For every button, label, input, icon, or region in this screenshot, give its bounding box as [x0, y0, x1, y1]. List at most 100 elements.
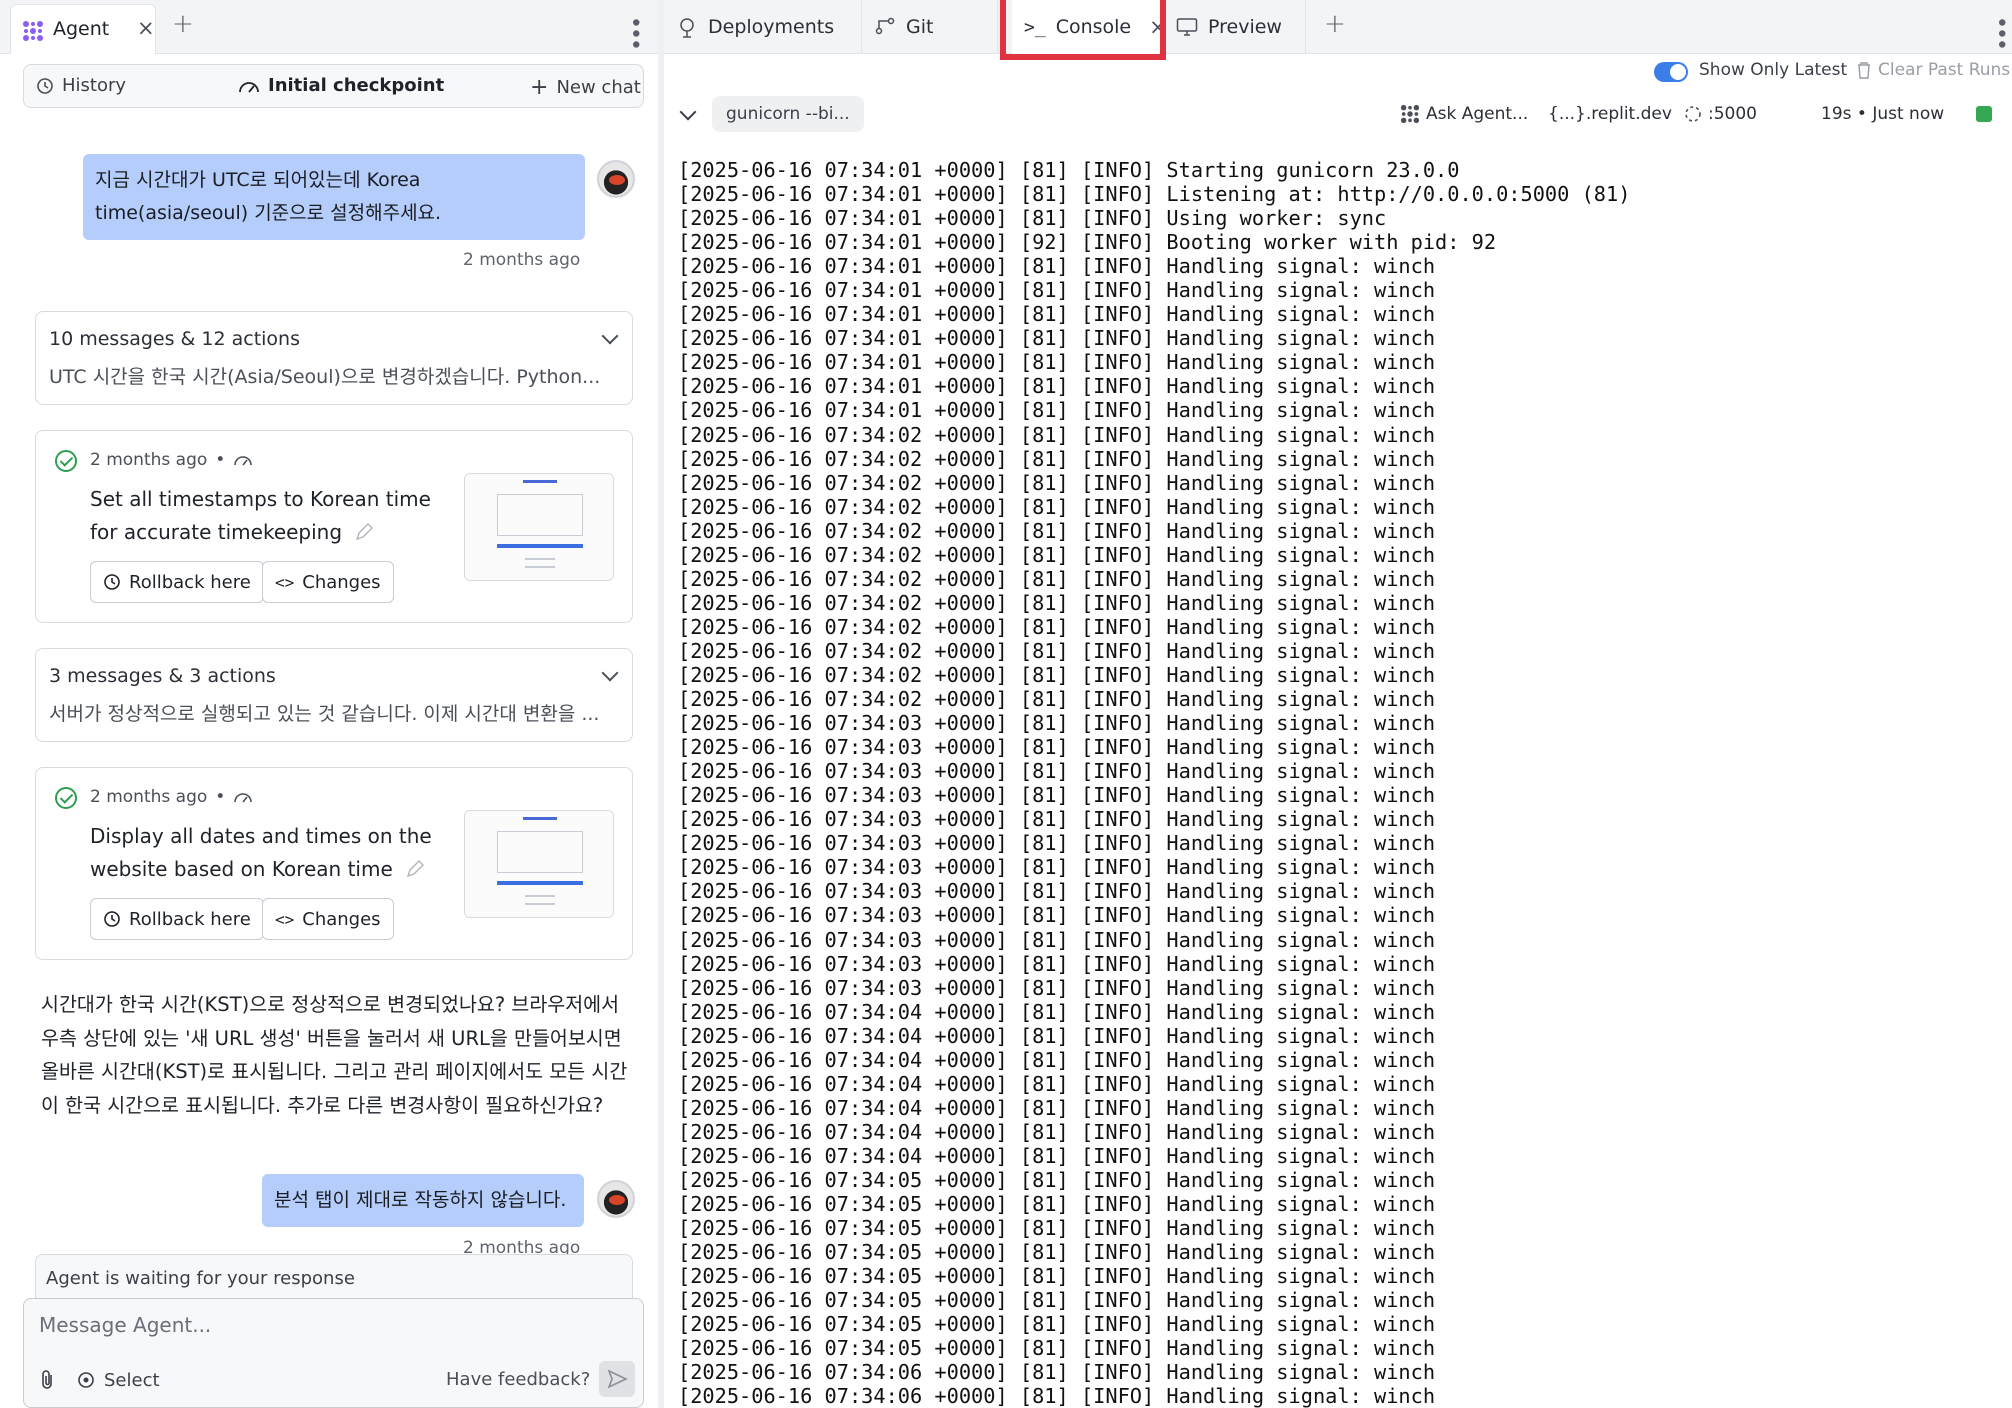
ask-agent-button[interactable]: Ask Agent...: [1400, 104, 1528, 124]
console-line: [2025-06-16 07:34:04 +0000] [81] [INFO] …: [678, 1071, 1436, 1096]
console-line: [2025-06-16 07:34:06 +0000] [81] [INFO] …: [678, 1360, 1436, 1385]
chat-thread[interactable]: 지금 시간대가 UTC로 되어있는데 Korea time(asia/seoul…: [0, 118, 658, 1254]
checkpoint-description-text: Display all dates and times on the websi…: [90, 824, 432, 881]
preview-thumbnail[interactable]: [464, 473, 614, 581]
close-tab-icon[interactable]: ×: [137, 16, 155, 40]
user-avatar: [597, 1180, 635, 1218]
code-brackets-icon: <>: [275, 909, 295, 929]
show-only-latest-toggle[interactable]: [1654, 62, 1688, 82]
changes-button[interactable]: <> Changes: [262, 561, 394, 603]
send-icon: [607, 1369, 628, 1389]
checkpoint-time: 2 months ago: [90, 450, 208, 470]
console-line: [2025-06-16 07:34:02 +0000] [81] [INFO] …: [678, 446, 1436, 471]
console-line: [2025-06-16 07:34:03 +0000] [81] [INFO] …: [678, 735, 1436, 760]
console-line: [2025-06-16 07:34:02 +0000] [81] [INFO] …: [678, 614, 1436, 639]
domain-link[interactable]: {...}.replit.dev: [1548, 104, 1672, 124]
port-indicator[interactable]: :5000: [1684, 104, 1757, 124]
console-line: [2025-06-16 07:34:02 +0000] [81] [INFO] …: [678, 638, 1436, 663]
rollback-button[interactable]: Rollback here: [90, 561, 264, 603]
console-line: [2025-06-16 07:34:02 +0000] [81] [INFO] …: [678, 687, 1436, 712]
console-line: [2025-06-16 07:34:05 +0000] [81] [INFO] …: [678, 1240, 1436, 1265]
console-toolbar-run: [664, 96, 2012, 136]
port-label: :5000: [1708, 104, 1757, 124]
chevron-down-icon[interactable]: [601, 664, 619, 682]
tab-agent[interactable]: Agent ×: [10, 4, 156, 54]
new-chat-label: New chat: [556, 77, 641, 98]
separator-dot: •: [215, 787, 226, 807]
changes-label: Changes: [302, 571, 381, 593]
console-line: [2025-06-16 07:34:03 +0000] [81] [INFO] …: [678, 783, 1436, 808]
action-group-title: 3 messages & 3 actions: [49, 665, 276, 687]
agent-waiting-banner: Agent is waiting for your response: [35, 1254, 633, 1302]
initial-checkpoint-button[interactable]: Initial checkpoint: [238, 75, 444, 96]
preview-thumbnail[interactable]: [464, 810, 614, 918]
changes-button[interactable]: <> Changes: [262, 898, 394, 940]
history-button[interactable]: History: [36, 75, 126, 96]
send-button[interactable]: [599, 1361, 635, 1397]
agent-tab-bar: Agent × + •••: [0, 0, 658, 54]
user-avatar: [597, 160, 635, 198]
deployments-icon: [680, 18, 694, 38]
select-element-button[interactable]: Select: [76, 1370, 160, 1391]
more-options-icon[interactable]: •••: [622, 16, 647, 49]
feedback-link[interactable]: Have feedback?: [446, 1369, 590, 1390]
show-only-latest-label: Show Only Latest: [1699, 60, 1848, 80]
select-label: Select: [104, 1369, 160, 1391]
action-group-card[interactable]: 10 messages & 12 actions UTC 시간을 한국 시간(A…: [35, 311, 633, 405]
check-circle-icon: [55, 450, 77, 472]
console-line: [2025-06-16 07:34:03 +0000] [81] [INFO] …: [678, 879, 1436, 904]
message-input[interactable]: Message Agent...: [39, 1313, 211, 1337]
workspace-panel: Deployments Git >_ Console × Preview + •…: [664, 0, 2012, 1408]
console-line: [2025-06-16 07:34:01 +0000] [81] [INFO] …: [678, 278, 1436, 303]
tab-git-label: Git: [906, 16, 934, 38]
tab-preview-label: Preview: [1208, 16, 1282, 38]
console-output[interactable]: [2025-06-16 07:34:01 +0000] [81] [INFO] …: [678, 158, 1998, 1408]
changes-label: Changes: [302, 908, 381, 930]
tab-deployments[interactable]: Deployments: [664, 0, 862, 54]
console-line: [2025-06-16 07:34:01 +0000] [92] [INFO] …: [678, 230, 1497, 255]
console-line: [2025-06-16 07:34:01 +0000] [81] [INFO] …: [678, 374, 1436, 399]
rollback-button[interactable]: Rollback here: [90, 898, 264, 940]
console-line: [2025-06-16 07:34:03 +0000] [81] [INFO] …: [678, 903, 1436, 928]
edit-pencil-icon[interactable]: [354, 522, 374, 542]
tab-deployments-label: Deployments: [708, 16, 835, 38]
chevron-down-icon[interactable]: [601, 327, 619, 345]
console-line: [2025-06-16 07:34:06 +0000] [81] [INFO] …: [678, 1384, 1436, 1408]
agent-waiting-text: Agent is waiting for your response: [46, 1268, 355, 1289]
tab-git[interactable]: Git: [862, 0, 998, 54]
gauge-icon: [234, 793, 253, 803]
clear-past-runs-button[interactable]: Clear Past Runs: [1856, 60, 2010, 80]
trash-icon: [1858, 62, 1870, 79]
console-line: [2025-06-16 07:34:02 +0000] [81] [INFO] …: [678, 662, 1436, 687]
message-timestamp: 2 months ago: [463, 250, 581, 270]
agent-message: 시간대가 한국 시간(KST)으로 정상적으로 변경되었나요? 브라우저에서 우…: [41, 993, 628, 1117]
edit-pencil-icon[interactable]: [405, 859, 425, 879]
agent-logo-icon: [23, 21, 43, 41]
action-group-card[interactable]: 3 messages & 3 actions 서버가 정상적으로 실행되고 있는…: [35, 648, 633, 742]
history-icon: [37, 77, 53, 94]
new-chat-button[interactable]: + New chat: [530, 75, 641, 100]
gauge-icon: [239, 81, 259, 93]
crosshair-icon: [78, 1372, 94, 1388]
console-line: [2025-06-16 07:34:05 +0000] [81] [INFO] …: [678, 1336, 1436, 1361]
console-line: [2025-06-16 07:34:02 +0000] [81] [INFO] …: [678, 470, 1436, 495]
running-status-indicator: [1976, 106, 1992, 122]
tab-preview[interactable]: Preview: [1164, 0, 1306, 54]
action-group-title: 10 messages & 12 actions: [49, 328, 300, 350]
new-tab-plus-icon[interactable]: +: [172, 9, 194, 39]
console-line: [2025-06-16 07:34:03 +0000] [81] [INFO] …: [678, 711, 1436, 736]
console-line: [2025-06-16 07:34:03 +0000] [81] [INFO] …: [678, 807, 1436, 832]
run-command-chip[interactable]: gunicorn --bi...: [712, 96, 864, 132]
new-tab-plus-icon[interactable]: +: [1324, 9, 1346, 39]
console-line: [2025-06-16 07:34:05 +0000] [81] [INFO] …: [678, 1312, 1436, 1337]
code-brackets-icon: <>: [275, 572, 295, 592]
more-options-icon[interactable]: •••: [1988, 16, 2012, 49]
console-line: [2025-06-16 07:34:01 +0000] [81] [INFO] …: [678, 182, 1631, 207]
plus-icon: +: [530, 75, 549, 100]
console-line: [2025-06-16 07:34:05 +0000] [81] [INFO] …: [678, 1264, 1436, 1289]
console-line: [2025-06-16 07:34:04 +0000] [81] [INFO] …: [678, 1095, 1436, 1120]
console-line: [2025-06-16 07:34:03 +0000] [81] [INFO] …: [678, 759, 1436, 784]
paperclip-icon[interactable]: [38, 1369, 56, 1391]
history-icon: [104, 574, 120, 590]
checkpoint-time: 2 months ago: [90, 787, 208, 807]
